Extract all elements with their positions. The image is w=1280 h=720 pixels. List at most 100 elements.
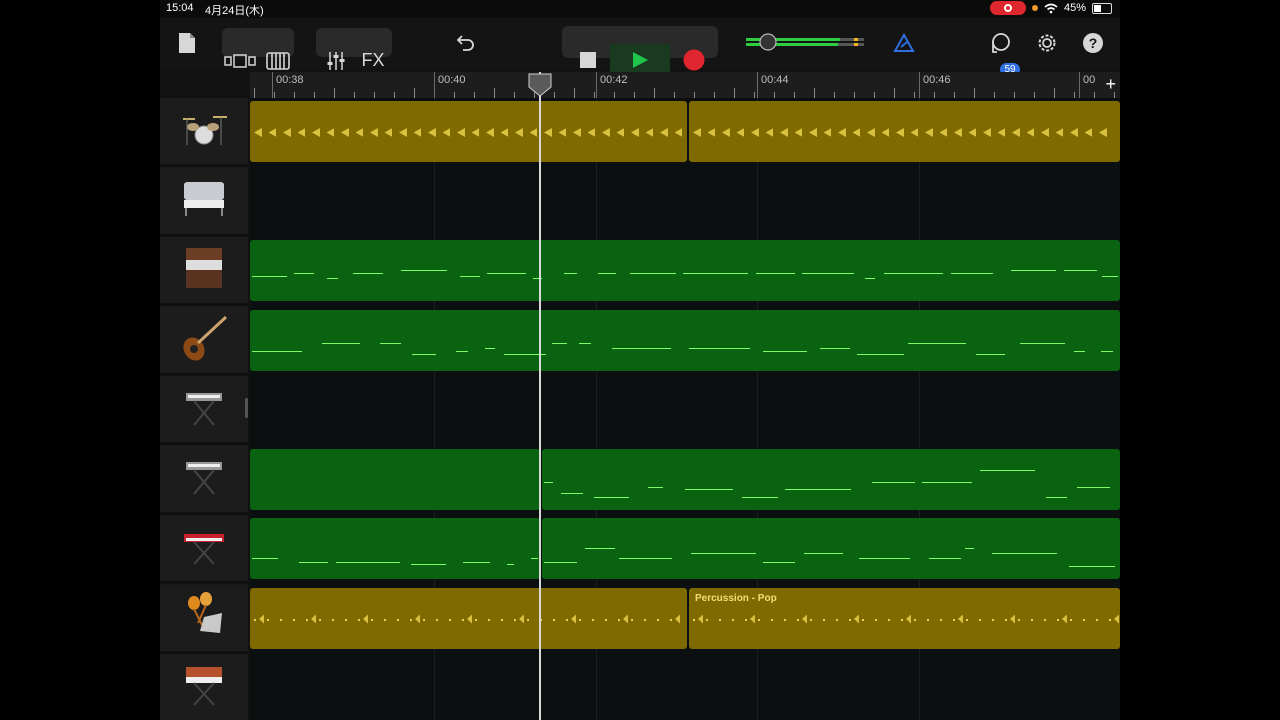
track-header-keyboard-2[interactable]: [160, 445, 248, 515]
track-lane[interactable]: Percussion - Pop: [250, 585, 1120, 654]
midi-note: [975, 353, 1006, 355]
vintage-synth-icon: [180, 661, 228, 714]
document-button[interactable]: [176, 30, 198, 56]
ruler-label: 00:46: [923, 74, 951, 86]
midi-note: [533, 278, 543, 279]
midi-note: [412, 353, 437, 355]
track-header-drums[interactable]: [160, 98, 248, 167]
waveform-transient: [925, 128, 933, 137]
midi-note: [584, 548, 615, 549]
waveform-transient: [1062, 614, 1067, 624]
track-header-electric-piano[interactable]: [160, 167, 248, 237]
waveform-dot: [566, 618, 568, 621]
waveform-transient: [1026, 128, 1035, 137]
synth-region-2[interactable]: [542, 518, 1120, 579]
track-lane[interactable]: [250, 237, 1120, 306]
ruler-major-tick: [596, 72, 597, 98]
waveform-transient: [854, 614, 859, 624]
waveform-dot: [875, 618, 877, 621]
midi-note: [401, 270, 447, 271]
add-section-button[interactable]: +: [1105, 74, 1116, 95]
midi-note: [1101, 276, 1118, 277]
smart-controls-icon: [893, 33, 915, 52]
waveform-transient: [467, 614, 472, 624]
percussion-region-1[interactable]: [250, 587, 687, 649]
playhead-handle[interactable]: [528, 73, 552, 97]
midi-note: [965, 548, 974, 549]
track-header-synth-vintage[interactable]: [160, 654, 248, 720]
ruler-major-tick: [434, 72, 435, 98]
waveform-transient: [616, 128, 625, 137]
midi-note: [921, 481, 973, 483]
keyboard-view-button[interactable]: [262, 46, 294, 75]
midi-note: [456, 350, 469, 352]
ruler-tick: [574, 88, 575, 98]
mixer-button[interactable]: [320, 46, 352, 75]
track-header-synth-red[interactable]: [160, 515, 248, 584]
waveform-transient: [602, 128, 610, 137]
track-header-organ[interactable]: [160, 237, 248, 306]
loop-browser-button[interactable]: [986, 30, 1016, 60]
waveform-transient: [660, 128, 668, 137]
waveform-transient: [1070, 128, 1078, 137]
track-lane[interactable]: [250, 168, 1120, 237]
waveform-transient: [693, 128, 701, 137]
track-lane[interactable]: [250, 515, 1120, 584]
screen-recording-indicator[interactable]: [989, 1, 1026, 15]
track-lane[interactable]: [250, 654, 1120, 720]
timeline-ruler[interactable]: 00:38 00:40 00:42 00:44 00:46 00: [250, 72, 1120, 98]
track-lane[interactable]: [250, 376, 1120, 445]
waveform-dot: [254, 618, 256, 621]
waveform-transient: [370, 128, 378, 137]
waveform-transient: [312, 128, 320, 137]
resize-handle[interactable]: [245, 398, 248, 418]
playhead[interactable]: [539, 72, 541, 720]
waveform-transient: [750, 614, 755, 624]
midi-note: [598, 273, 616, 274]
waveform-transient: [399, 128, 407, 137]
midi-note: [804, 553, 843, 554]
tracks-view-button[interactable]: [222, 46, 258, 75]
waveform-dot: [979, 618, 981, 621]
master-volume-slider[interactable]: [744, 32, 872, 52]
midi-note: [763, 350, 807, 352]
waveform-dot: [592, 618, 594, 621]
track-header-keyboard-1[interactable]: [160, 376, 248, 445]
drums-region-2[interactable]: [689, 101, 1120, 162]
track-lane[interactable]: [250, 307, 1120, 376]
percussion-region-2[interactable]: Percussion - Pop: [689, 587, 1120, 649]
waveform-dot: [1070, 618, 1072, 621]
help-button[interactable]: ?: [1080, 30, 1106, 56]
fx-button[interactable]: FX: [356, 46, 390, 75]
midi-note: [1010, 270, 1056, 271]
waveform-dot: [605, 618, 607, 621]
waveform-dot: [693, 618, 695, 621]
midi-note: [857, 353, 904, 355]
waveform-dot: [579, 618, 581, 621]
midi-note: [979, 469, 1035, 471]
undo-button[interactable]: [454, 30, 478, 56]
track-header-percussion[interactable]: [160, 584, 248, 654]
organ-region[interactable]: [250, 240, 1120, 301]
track-lane[interactable]: [250, 446, 1120, 515]
waveform-transient: [896, 128, 904, 137]
midi-note: [459, 276, 480, 277]
drums-region-1[interactable]: [250, 101, 687, 162]
synth-region-1[interactable]: [250, 518, 540, 579]
organ-icon: [180, 244, 228, 297]
midi-note: [579, 342, 592, 344]
tracks-area[interactable]: Percussion - Pop: [250, 98, 1120, 720]
keyboard2-region-1[interactable]: [250, 448, 540, 510]
track-lane[interactable]: [250, 98, 1120, 167]
settings-button[interactable]: [1034, 30, 1060, 56]
bass-region[interactable]: [250, 309, 1120, 371]
waveform-dot: [319, 618, 321, 621]
track-header-bass[interactable]: [160, 306, 248, 376]
keyboard2-region-2[interactable]: [542, 448, 1120, 510]
midi-note: [742, 496, 779, 498]
smart-controls-button[interactable]: [892, 30, 916, 56]
waveform-transient: [384, 128, 393, 137]
waveform-transient: [968, 128, 977, 137]
waveform-transient: [645, 128, 654, 137]
waveform-dot: [1005, 618, 1007, 621]
